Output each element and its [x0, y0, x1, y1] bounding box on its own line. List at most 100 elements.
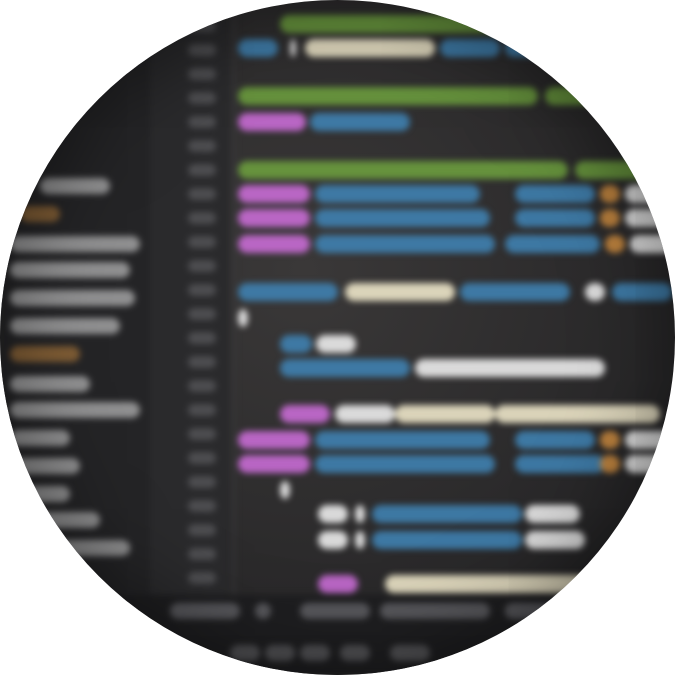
status-item-2 — [300, 645, 330, 661]
status-item-4 — [390, 645, 430, 661]
code-token-8-0 — [238, 283, 338, 301]
line-number-12 — [188, 308, 216, 320]
code-token-6-3 — [600, 209, 620, 227]
line-number-22 — [188, 548, 216, 560]
code-token-12-3 — [495, 405, 660, 423]
code-token-15-0 — [280, 481, 290, 499]
sidebar-entry-0 — [40, 178, 110, 194]
code-token-17-3 — [525, 531, 585, 549]
line-number-0 — [188, 20, 216, 32]
line-number-20 — [188, 500, 216, 512]
panel-tab-4 — [505, 603, 565, 619]
line-number-17 — [188, 428, 216, 440]
code-token-6-4 — [625, 209, 675, 227]
line-number-13 — [188, 332, 216, 344]
line-number-4 — [188, 116, 216, 128]
sidebar-entry-6 — [10, 346, 80, 362]
code-token-13-0 — [238, 431, 310, 449]
code-token-14-3 — [600, 455, 620, 473]
code-token-14-0 — [238, 455, 310, 473]
code-token-17-0 — [318, 531, 348, 549]
code-token-17-1 — [355, 531, 365, 549]
sidebar-blobs — [10, 20, 216, 584]
photo-scene — [0, 0, 675, 675]
line-number-15 — [188, 380, 216, 392]
code-token-13-3 — [600, 431, 620, 449]
sidebar-entry-7 — [10, 376, 90, 392]
code-token-10-1 — [316, 335, 356, 353]
sidebar-entry-12 — [10, 512, 100, 528]
code-token-1-1 — [290, 39, 296, 57]
code-token-5-1 — [315, 185, 480, 203]
code-token-4-1 — [575, 161, 675, 179]
line-number-14 — [188, 356, 216, 368]
line-number-6 — [188, 164, 216, 176]
bottom-panel-blobs — [170, 603, 565, 661]
line-number-10 — [188, 260, 216, 272]
sidebar-entry-10 — [10, 458, 80, 474]
code-token-2-0 — [238, 87, 538, 105]
code-token-8-2 — [460, 283, 570, 301]
line-number-3 — [188, 92, 216, 104]
code-token-16-0 — [318, 505, 348, 523]
bottom-panel — [0, 595, 675, 675]
circular-photo-crop — [0, 0, 675, 675]
code-token-14-4 — [625, 455, 675, 473]
line-number-8 — [188, 212, 216, 224]
line-number-23 — [188, 572, 216, 584]
sidebar-entry-9 — [10, 430, 70, 446]
code-token-7-4 — [630, 235, 675, 253]
sidebar-entry-4 — [10, 290, 135, 306]
sidebar-entry-5 — [10, 318, 120, 334]
sidebar-entry-13 — [10, 540, 130, 556]
line-number-1 — [188, 44, 216, 56]
line-number-9 — [188, 236, 216, 248]
code-token-4-0 — [238, 161, 568, 179]
code-token-17-2 — [372, 531, 522, 549]
code-token-2-1 — [545, 87, 675, 105]
code-token-13-2 — [515, 431, 595, 449]
code-token-8-3 — [585, 283, 605, 301]
code-token-18-1 — [385, 575, 595, 593]
status-item-0 — [230, 645, 260, 661]
code-token-7-2 — [505, 235, 600, 253]
code-token-13-1 — [315, 431, 490, 449]
sidebar-entry-3 — [10, 262, 130, 278]
code-blobs — [238, 15, 675, 593]
panel-tab-2 — [300, 603, 370, 619]
code-token-14-2 — [515, 455, 605, 473]
code-token-1-2 — [305, 39, 435, 57]
code-area — [236, 0, 675, 600]
code-token-6-2 — [515, 209, 595, 227]
status-item-3 — [340, 645, 370, 661]
code-token-6-1 — [315, 209, 490, 227]
code-token-11-0 — [280, 359, 410, 377]
code-token-5-3 — [600, 185, 620, 203]
code-token-12-2 — [395, 405, 495, 423]
code-token-18-0 — [318, 575, 358, 593]
line-number-5 — [188, 140, 216, 152]
line-number-18 — [188, 452, 216, 464]
code-token-5-0 — [238, 185, 310, 203]
line-number-11 — [188, 284, 216, 296]
code-token-0-0 — [280, 15, 530, 33]
code-token-12-1 — [335, 405, 395, 423]
code-token-1-0 — [238, 39, 278, 57]
line-number-21 — [188, 524, 216, 536]
blurred-screen — [0, 0, 675, 675]
status-item-1 — [265, 645, 295, 661]
line-number-7 — [188, 188, 216, 200]
line-number-16 — [188, 404, 216, 416]
sidebar-entry-1 — [20, 206, 60, 222]
panel-tab-3 — [380, 603, 490, 619]
code-token-1-3 — [440, 39, 500, 57]
code-token-3-0 — [238, 113, 306, 131]
code-token-13-4 — [625, 431, 675, 449]
code-token-10-0 — [280, 335, 312, 353]
code-token-7-0 — [238, 235, 310, 253]
code-token-5-2 — [515, 185, 595, 203]
code-token-7-3 — [605, 235, 625, 253]
line-number-19 — [188, 476, 216, 488]
sidebar-entry-8 — [10, 402, 140, 418]
code-token-9-0 — [238, 309, 248, 327]
